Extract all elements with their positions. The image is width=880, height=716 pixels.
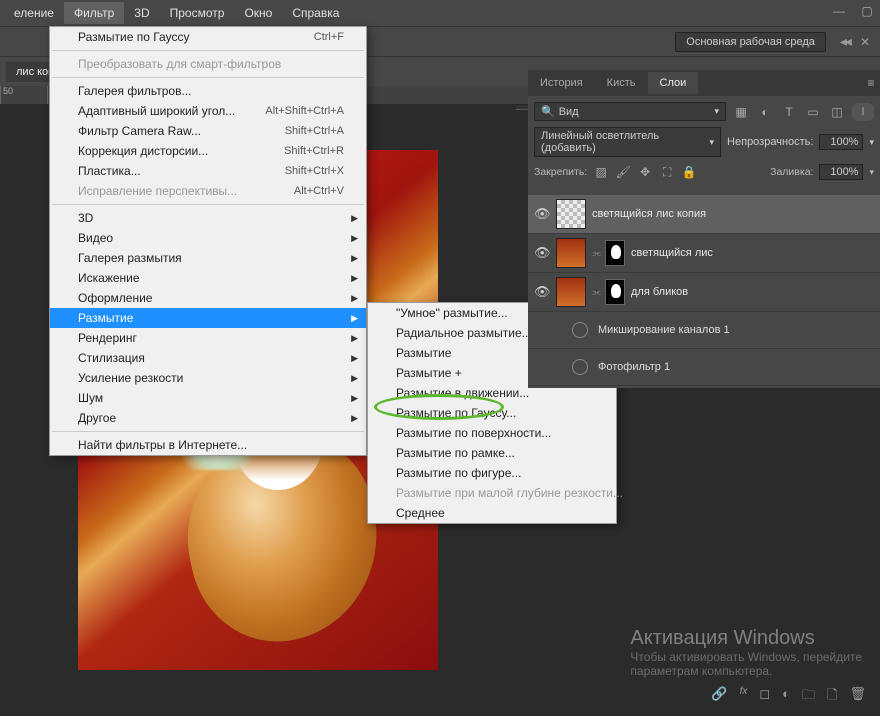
- layer-name[interactable]: светящийся лис копия: [592, 208, 706, 220]
- filter-sub-other[interactable]: Другое▶: [50, 408, 366, 428]
- filter-adaptive-wide[interactable]: Адаптивный широкий угол...Alt+Shift+Ctrl…: [50, 101, 366, 121]
- menu-window[interactable]: Окно: [234, 2, 282, 24]
- filter-sub-distort[interactable]: Искажение▶: [50, 268, 366, 288]
- layer-thumbnail[interactable]: [556, 238, 586, 268]
- filter-sub-blur-gallery[interactable]: Галерея размытия▶: [50, 248, 366, 268]
- photo-filter-icon: [572, 359, 588, 375]
- channel-mixer-icon: [572, 322, 588, 338]
- menu-help[interactable]: Справка: [282, 2, 349, 24]
- filter-sub-sharpen[interactable]: Усиление резкости▶: [50, 368, 366, 388]
- filter-adjust-icon[interactable]: ◐: [756, 103, 774, 121]
- opacity-input[interactable]: 100%: [819, 134, 863, 150]
- filter-camera-raw[interactable]: Фильтр Camera Raw...Shift+Ctrl+A: [50, 121, 366, 141]
- lock-all-icon[interactable]: 🔒: [681, 163, 697, 181]
- fill-label: Заливка:: [770, 166, 813, 178]
- lock-label: Закрепить:: [534, 166, 587, 178]
- filter-type-icon[interactable]: T: [780, 103, 798, 121]
- filter-liquify[interactable]: Пластика...Shift+Ctrl+X: [50, 161, 366, 181]
- layers-panel: 🔍 Вид▾ ▦ ◐ T ▭ ◫ ⏽ Линейный осветлитель …: [528, 96, 880, 193]
- filter-smart-icon[interactable]: ◫: [828, 103, 846, 121]
- blur-gaussian[interactable]: Размытие по Гауссу...: [368, 403, 616, 423]
- layer-row[interactable]: 👁 светящийся лис копия: [528, 195, 880, 234]
- main-menubar: еление Фильтр 3D Просмотр Окно Справка —…: [0, 0, 880, 26]
- filter-toggle[interactable]: ⏽: [852, 103, 874, 121]
- link-icon[interactable]: ⫘: [592, 287, 601, 298]
- menu-select[interactable]: еление: [4, 2, 64, 24]
- right-panels: История Кисть Слои ≡ 🔍 Вид▾ ▦ ◐ T ▭ ◫ ⏽ …: [528, 70, 880, 388]
- filter-sub-blur[interactable]: Размытие▶: [50, 308, 366, 328]
- filter-sub-stylize[interactable]: Стилизация▶: [50, 348, 366, 368]
- workspace-switcher[interactable]: Основная рабочая среда: [675, 32, 826, 52]
- layer-name[interactable]: светящийся лис: [631, 247, 713, 259]
- adjustment-layer-row[interactable]: Фотофильтр 1: [528, 349, 880, 386]
- filter-gallery[interactable]: Галерея фильтров...: [50, 81, 366, 101]
- menu-view[interactable]: Просмотр: [160, 2, 235, 24]
- layer-name[interactable]: Фотофильтр 1: [598, 361, 670, 373]
- adjustment-layer-row[interactable]: Микширование каналов 1: [528, 312, 880, 349]
- filter-sub-noise[interactable]: Шум▶: [50, 388, 366, 408]
- panel-close-icon[interactable]: ✕: [860, 35, 870, 49]
- layer-row[interactable]: 👁 ⫘ светящийся лис: [528, 234, 880, 273]
- layer-name[interactable]: для бликов: [631, 286, 688, 298]
- filter-sub-3d[interactable]: 3D▶: [50, 208, 366, 228]
- tab-history[interactable]: История: [528, 72, 595, 94]
- link-layers-icon[interactable]: 🔗: [711, 686, 727, 708]
- filter-shape-icon[interactable]: ▭: [804, 103, 822, 121]
- new-layer-icon[interactable]: 🗋: [827, 686, 837, 708]
- menu-filter[interactable]: Фильтр: [64, 2, 124, 24]
- layer-filter-type[interactable]: 🔍 Вид▾: [534, 102, 726, 121]
- panel-menu-icon[interactable]: ≡: [862, 74, 880, 92]
- layer-thumbnail[interactable]: [556, 199, 586, 229]
- lock-artboard-icon[interactable]: ⛶: [659, 163, 675, 181]
- blend-mode-select[interactable]: Линейный осветлитель (добавить)▾: [534, 127, 721, 157]
- minimize-icon[interactable]: —: [832, 4, 846, 18]
- link-icon[interactable]: ⫘: [592, 248, 601, 259]
- new-group-icon[interactable]: 🗀: [802, 686, 815, 708]
- search-icon: 🔍: [541, 105, 555, 118]
- blur-shape[interactable]: Размытие по фигуре...: [368, 463, 616, 483]
- panel-double-arrow-icon[interactable]: ◂◂: [840, 33, 850, 50]
- blur-lens: Размытие при малой глубине резкости...: [368, 483, 616, 503]
- layers-panel-footer: 🔗 fx ◻ ◐ 🗀 🗋 🗑: [711, 686, 866, 708]
- layers-list: 👁 светящийся лис копия 👁 ⫘ светящийся ли…: [528, 193, 880, 388]
- filter-convert-smart: Преобразовать для смарт-фильтров: [50, 54, 366, 74]
- new-adjustment-icon[interactable]: ◐: [782, 686, 790, 708]
- menu-3d[interactable]: 3D: [124, 2, 159, 24]
- filter-sub-pixelate[interactable]: Оформление▶: [50, 288, 366, 308]
- maximize-icon[interactable]: ▢: [860, 4, 874, 18]
- layer-name[interactable]: Микширование каналов 1: [598, 324, 730, 336]
- filter-browse-online[interactable]: Найти фильтры в Интернете...: [50, 435, 366, 455]
- lock-pixels-icon[interactable]: 🖌: [615, 163, 631, 181]
- blur-average[interactable]: Среднее: [368, 503, 616, 523]
- fill-input[interactable]: 100%: [819, 164, 863, 180]
- filter-sub-video[interactable]: Видео▶: [50, 228, 366, 248]
- layer-mask-thumbnail[interactable]: [605, 279, 625, 305]
- lock-position-icon[interactable]: ✥: [637, 163, 653, 181]
- windows-activation-watermark: Активация Windows Чтобы активировать Win…: [630, 627, 862, 678]
- delete-layer-icon[interactable]: 🗑: [849, 686, 866, 708]
- filter-dropdown: Размытие по ГауссуCtrl+F Преобразовать д…: [49, 26, 367, 456]
- filter-vanishing-point: Исправление перспективы...Alt+Ctrl+V: [50, 181, 366, 201]
- add-mask-icon[interactable]: ◻: [759, 686, 770, 708]
- filter-lens-correction[interactable]: Коррекция дисторсии...Shift+Ctrl+R: [50, 141, 366, 161]
- filter-pixel-icon[interactable]: ▦: [732, 103, 750, 121]
- filter-sub-render[interactable]: Рендеринг▶: [50, 328, 366, 348]
- visibility-eye-icon[interactable]: 👁: [534, 284, 550, 300]
- opacity-label: Непрозрачность:: [727, 136, 813, 148]
- visibility-eye-icon[interactable]: 👁: [534, 206, 550, 222]
- tab-brush[interactable]: Кисть: [595, 72, 648, 94]
- fx-icon[interactable]: fx: [740, 686, 748, 708]
- panel-tabgroup: История Кисть Слои ≡: [528, 70, 880, 96]
- layer-thumbnail[interactable]: [556, 277, 586, 307]
- layer-row[interactable]: 👁 ⫘ для бликов: [528, 273, 880, 312]
- blur-surface[interactable]: Размытие по поверхности...: [368, 423, 616, 443]
- blur-box[interactable]: Размытие по рамке...: [368, 443, 616, 463]
- filter-last[interactable]: Размытие по ГауссуCtrl+F: [50, 27, 366, 47]
- tab-layers[interactable]: Слои: [648, 72, 699, 94]
- visibility-eye-icon[interactable]: 👁: [534, 245, 550, 261]
- layer-mask-thumbnail[interactable]: [605, 240, 625, 266]
- lock-transparent-icon[interactable]: ▨: [593, 163, 609, 181]
